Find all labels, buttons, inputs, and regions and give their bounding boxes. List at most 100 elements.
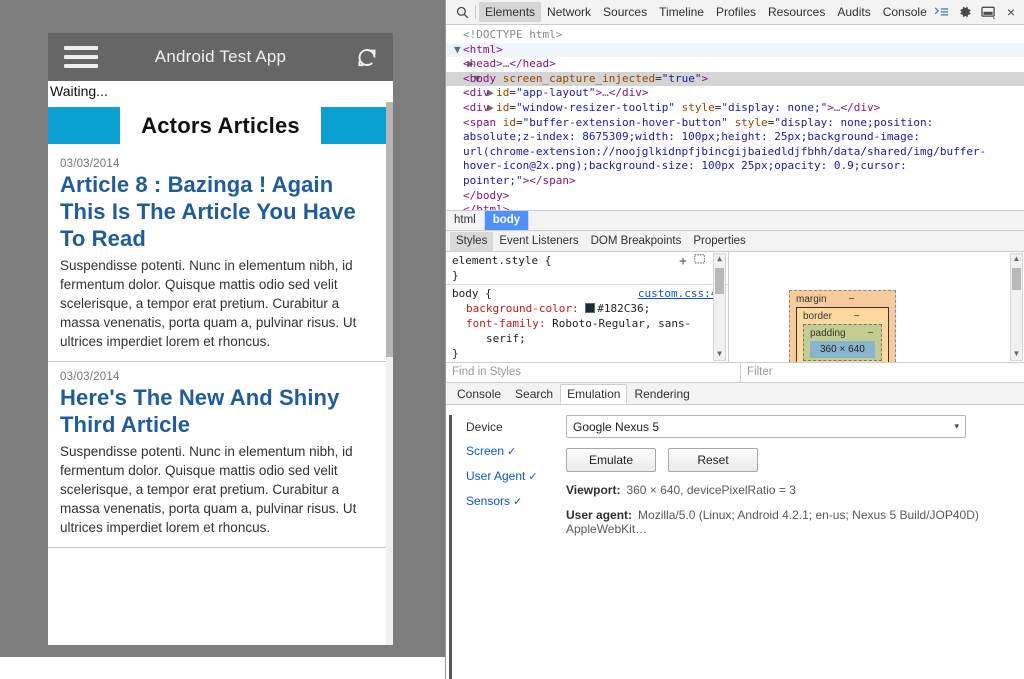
reset-button[interactable]: Reset bbox=[668, 448, 758, 472]
status-text: Waiting... bbox=[50, 83, 108, 99]
body-style-rule[interactable]: custom.css:45 body { background-color: #… bbox=[446, 285, 728, 362]
banner-accent-block-right bbox=[321, 107, 393, 144]
dom-line-body[interactable]: ▼<body screen_capture_injected="true"> bbox=[446, 71, 1024, 87]
emulation-nav-device[interactable]: Device bbox=[466, 415, 561, 439]
box-model-margin-value[interactable]: − bbox=[849, 294, 855, 305]
app-title: Android Test App bbox=[154, 47, 287, 66]
article-title[interactable]: Article 8 : Bazinga ! Again This Is The … bbox=[60, 171, 381, 252]
body-rule-close: } bbox=[452, 347, 459, 360]
box-model-padding[interactable]: padding − 360 × 640 bbox=[803, 324, 882, 361]
tab-properties[interactable]: Properties bbox=[687, 232, 751, 251]
box-model-margin-label: margin bbox=[796, 294, 827, 305]
tab-console[interactable]: Console bbox=[877, 2, 933, 22]
page-scrollbar-thumb[interactable] bbox=[386, 102, 393, 357]
devtools-panel: Elements Network Sources Timeline Profil… bbox=[445, 0, 1024, 679]
emulated-page-footer-strip bbox=[0, 657, 445, 679]
list-item[interactable]: 03/03/2014 Here's The New And Shiny Thir… bbox=[48, 362, 393, 548]
show-drawer-icon[interactable] bbox=[934, 6, 949, 18]
dom-line-app-layout[interactable]: ▶<div id="app-layout">…</div> bbox=[446, 86, 1024, 101]
viewport-label: Viewport: bbox=[566, 483, 621, 497]
emulation-panel: Device Screen ✓ User Agent ✓ Sensors ✓ Goog… bbox=[446, 405, 1024, 679]
tab-sources[interactable]: Sources bbox=[597, 2, 653, 22]
search-icon[interactable] bbox=[450, 3, 474, 21]
emulation-nav-screen[interactable]: Screen ✓ bbox=[466, 439, 561, 464]
close-icon[interactable]: × bbox=[1005, 5, 1017, 19]
scroll-up-icon[interactable]: ▲ bbox=[714, 254, 725, 265]
dom-line-buffer-span-open[interactable]: <span id="buffer-extension-hover-button"… bbox=[446, 116, 1024, 131]
dom-line-buffer-span-close: pointer;"></span> bbox=[463, 173, 576, 187]
box-model-scrollbar[interactable]: ▲ ▼ bbox=[1010, 253, 1023, 361]
tab-rendering-drawer[interactable]: Rendering bbox=[627, 384, 696, 404]
tab-dom-breakpoints[interactable]: DOM Breakpoints bbox=[585, 232, 688, 251]
device-select[interactable]: Google Nexus 5 ▾ bbox=[566, 415, 966, 438]
scroll-down-icon[interactable]: ▼ bbox=[714, 349, 725, 360]
tab-audits[interactable]: Audits bbox=[831, 2, 876, 22]
tab-styles[interactable]: Styles bbox=[450, 231, 494, 251]
dom-line-window-resizer-tooltip[interactable]: ▶<div id="window-resizer-tooltip" style=… bbox=[446, 101, 1024, 116]
tab-event-listeners[interactable]: Event Listeners bbox=[493, 232, 584, 251]
find-in-styles-input[interactable]: Find in Styles bbox=[446, 363, 741, 382]
gear-icon[interactable] bbox=[958, 5, 972, 19]
box-model-border-value[interactable]: − bbox=[854, 311, 860, 322]
article-date: 03/03/2014 bbox=[60, 158, 120, 170]
tab-resources[interactable]: Resources bbox=[762, 2, 831, 22]
tab-timeline[interactable]: Timeline bbox=[653, 2, 710, 22]
body-rule-selector: body { bbox=[452, 287, 492, 300]
box-model-padding-value[interactable]: − bbox=[868, 328, 874, 339]
filter-input[interactable]: Filter bbox=[741, 363, 1024, 382]
tab-elements[interactable]: Elements bbox=[479, 2, 542, 22]
user-agent-label: User agent: bbox=[566, 508, 633, 522]
breadcrumb-item-html[interactable]: html bbox=[446, 211, 485, 230]
page-banner: Actors Articles bbox=[48, 102, 393, 149]
emulate-button[interactable]: Emulate bbox=[566, 448, 656, 472]
box-model-padding-label: padding bbox=[810, 328, 846, 339]
tab-profiles[interactable]: Profiles bbox=[710, 2, 762, 22]
emulation-nav-label: User Agent bbox=[466, 469, 526, 483]
styles-pane[interactable]: + element.style { } custom.css:45 body { bbox=[446, 252, 729, 362]
screenshot-root: Android Test App Waiting... Actors Artic… bbox=[0, 0, 1024, 679]
box-model-diagram[interactable]: margin − border − padding − 360 × 640 bbox=[789, 290, 896, 362]
styles-scrollbar-thumb[interactable] bbox=[715, 268, 724, 294]
style-source-link[interactable]: custom.css:45 bbox=[638, 286, 724, 301]
devtools-toolbar: Elements Network Sources Timeline Profil… bbox=[446, 0, 1024, 25]
page-scrollbar[interactable] bbox=[386, 102, 393, 645]
emulation-buttons: Emulate Reset bbox=[566, 448, 1011, 472]
dom-line-head[interactable]: ▶<head>…</head> bbox=[446, 57, 1024, 72]
dom-line-html[interactable]: ▼ <html> bbox=[446, 42, 1024, 58]
article-title[interactable]: Here's The New And Shiny Third Article bbox=[60, 384, 381, 438]
box-model-scrollbar-thumb[interactable] bbox=[1012, 268, 1021, 290]
styles-and-metrics: + element.style { } custom.css:45 body { bbox=[446, 252, 1024, 363]
emulation-nav-user-agent[interactable]: User Agent ✓ bbox=[466, 464, 561, 489]
plus-icon[interactable]: + bbox=[679, 255, 687, 268]
element-state-icon[interactable] bbox=[694, 254, 706, 268]
declaration-background-color[interactable]: background-color: #182C36; bbox=[452, 301, 724, 316]
page-title: Actors Articles bbox=[141, 112, 300, 138]
hamburger-menu-icon[interactable] bbox=[64, 46, 98, 68]
article-date: 03/03/2014 bbox=[60, 371, 120, 383]
tab-network[interactable]: Network bbox=[541, 2, 597, 22]
emulation-nav-sensors[interactable]: Sensors ✓ bbox=[466, 489, 561, 514]
breadcrumb: html body bbox=[446, 210, 1024, 231]
body-rule-header: custom.css:45 body { bbox=[452, 286, 724, 301]
box-model-border-label: border bbox=[803, 311, 832, 322]
breadcrumb-item-body[interactable]: body bbox=[484, 211, 530, 230]
check-icon: ✓ bbox=[513, 496, 523, 508]
dock-position-icon[interactable] bbox=[981, 6, 996, 19]
box-model-margin[interactable]: margin − border − padding − 360 × 640 bbox=[789, 290, 896, 362]
dom-line-buffer-span-style-3: url(chrome-extension://noojglkidnpfjbinc… bbox=[463, 144, 987, 158]
styles-scrollbar[interactable]: ▲ ▼ bbox=[713, 253, 726, 361]
scroll-up-icon[interactable]: ▲ bbox=[1011, 254, 1022, 265]
declaration-font-family[interactable]: font-family: Roboto-Regular, sans- bbox=[452, 316, 724, 331]
refresh-icon[interactable] bbox=[355, 46, 379, 70]
tab-emulation-drawer[interactable]: Emulation bbox=[560, 384, 628, 404]
box-model-border[interactable]: border − padding − 360 × 640 bbox=[796, 307, 889, 362]
app-header-bar: Android Test App bbox=[48, 33, 393, 81]
article-excerpt: Suspendisse potenti. Nunc in elementum n… bbox=[60, 258, 357, 349]
tab-console-drawer[interactable]: Console bbox=[450, 384, 508, 404]
dom-tree[interactable]: <!DOCTYPE html> ▼ <html> ▶<head>…</head> … bbox=[446, 25, 1024, 210]
list-item[interactable]: 03/03/2014 Article 8 : Bazinga ! Again T… bbox=[48, 149, 393, 362]
scroll-down-icon[interactable]: ▼ bbox=[1011, 349, 1022, 360]
tab-search-drawer[interactable]: Search bbox=[508, 384, 560, 404]
color-swatch[interactable] bbox=[585, 303, 596, 313]
box-model-content-size[interactable]: 360 × 640 bbox=[810, 341, 875, 358]
